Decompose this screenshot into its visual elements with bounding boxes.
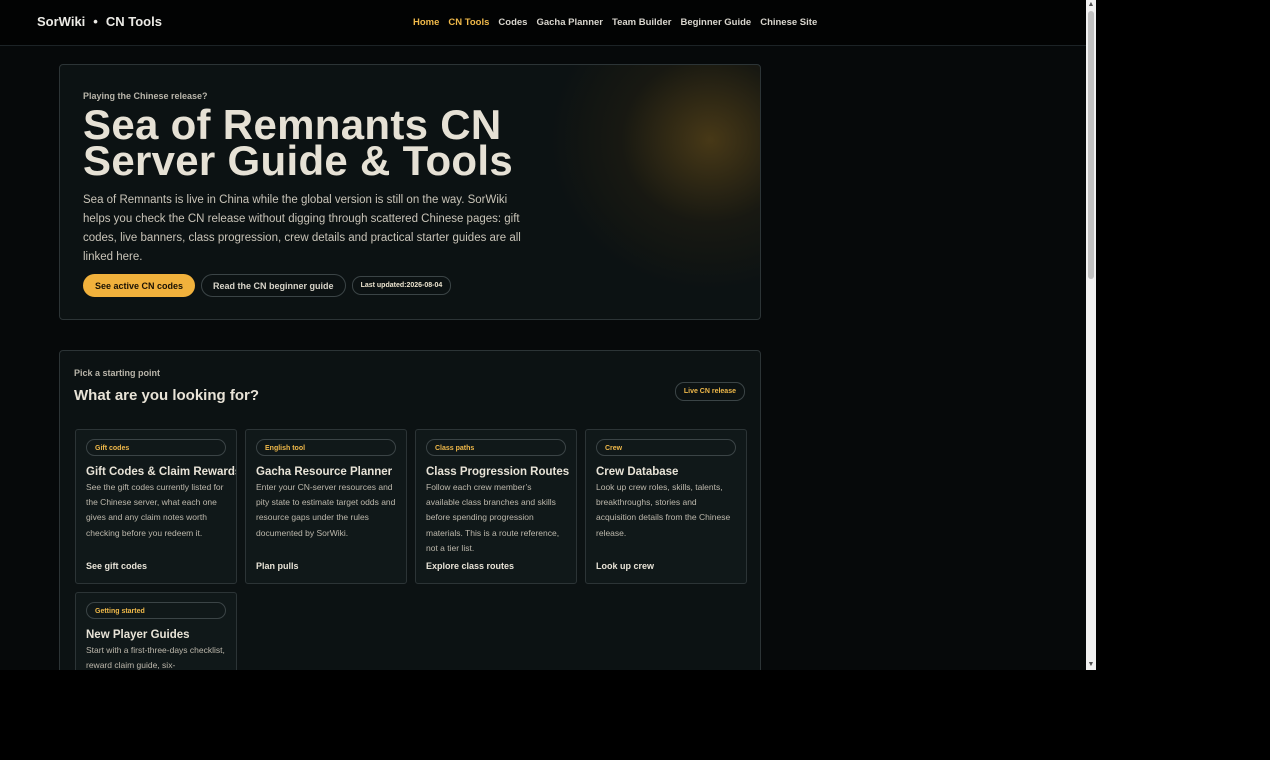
card-description: Start with a first-three-days checklist,…: [86, 645, 225, 670]
card-gacha-planner[interactable]: English tool Gacha Resource Planner Ente…: [245, 429, 407, 584]
nav-link-home[interactable]: Home: [413, 17, 439, 28]
card-title: Gacha Resource Planner: [256, 466, 393, 478]
card-tag: Gift codes: [86, 439, 226, 456]
hero-section: Playing the Chinese release? Sea of Remn…: [59, 64, 761, 320]
nav-link-beginner-guide[interactable]: Beginner Guide: [680, 17, 751, 28]
nav-link-cn-tools[interactable]: CN Tools: [448, 17, 489, 28]
card-tag: Getting started: [86, 602, 226, 619]
hero-eyebrow: Playing the Chinese release?: [83, 91, 208, 101]
card-gift-codes[interactable]: Gift codes Gift Codes & Claim Rewards Se…: [75, 429, 237, 584]
page-viewport: SorWiki • CN Tools Home CN Tools Codes Gac…: [0, 0, 1086, 670]
nav-link-team-builder[interactable]: Team Builder: [612, 17, 671, 28]
blank-gutter: [1096, 0, 1270, 670]
card-new-player-guides[interactable]: Getting started New Player Guides Start …: [75, 592, 237, 670]
card-description: Look up crew roles, skills, talents, bre…: [596, 482, 731, 538]
site-brand[interactable]: SorWiki • CN Tools: [37, 14, 162, 29]
blank-lower-area: [0, 670, 1270, 760]
nav-link-chinese-site[interactable]: Chinese Site: [760, 17, 817, 28]
last-updated-label: Last updated:: [360, 282, 407, 289]
last-updated-badge: Last updated:2026-08-04: [351, 276, 452, 295]
card-class-routes[interactable]: Class paths Class Progression Routes Fol…: [415, 429, 577, 584]
card-description: See the gift codes currently listed for …: [86, 482, 224, 538]
hero-description: Sea of Remnants is live in China while t…: [83, 194, 521, 263]
card-crew-database[interactable]: Crew Crew Database Look up crew roles, s…: [585, 429, 747, 584]
panel-title: What are you looking for?: [74, 387, 260, 404]
main-nav: Home CN Tools Codes Gacha Planner Team B…: [413, 17, 817, 28]
see-gift-codes-link[interactable]: See gift codes: [86, 561, 147, 571]
vertical-scrollbar[interactable]: ▲ ▼: [1086, 0, 1096, 670]
brand-separator: •: [93, 14, 98, 29]
last-updated-date: 2026-08-04: [406, 282, 443, 289]
scroll-down-arrow-icon[interactable]: ▼: [1086, 660, 1096, 670]
card-title: Class Progression Routes: [426, 466, 570, 478]
see-active-codes-button[interactable]: See active CN codes: [83, 274, 196, 297]
panel-eyebrow: Pick a starting point: [74, 368, 161, 378]
live-release-badge: Live CN release: [674, 382, 745, 401]
card-tag: Class paths: [426, 439, 566, 456]
nav-link-gacha-planner[interactable]: Gacha Planner: [536, 17, 603, 28]
plan-pulls-link[interactable]: Plan pulls: [256, 561, 299, 571]
card-description: Enter your CN-server resources and pity …: [256, 482, 396, 538]
card-tag: English tool: [256, 439, 396, 456]
brand-section: CN Tools: [105, 14, 162, 29]
card-title: Gift Codes & Claim Rewards: [86, 466, 237, 478]
scrollbar-thumb[interactable]: [1088, 11, 1094, 279]
scroll-up-arrow-icon[interactable]: ▲: [1086, 0, 1096, 10]
card-tag: Crew: [596, 439, 736, 456]
top-navigation-bar: SorWiki • CN Tools Home CN Tools Codes Gac…: [0, 0, 1086, 46]
explore-class-routes-link[interactable]: Explore class routes: [426, 561, 514, 571]
starting-point-panel: Pick a starting point What are you looki…: [59, 350, 761, 670]
nav-link-codes[interactable]: Codes: [498, 17, 527, 28]
read-beginner-guide-button[interactable]: Read the CN beginner guide: [201, 274, 346, 297]
hero-title: Sea of Remnants CN Server Guide & Tools: [83, 101, 513, 184]
brand-name: SorWiki: [37, 14, 86, 29]
card-description: Follow each crew member’s available clas…: [426, 482, 560, 553]
card-title: New Player Guides: [86, 629, 190, 641]
card-title: Crew Database: [596, 466, 679, 478]
hero-actions: See active CN codes Read the CN beginner…: [83, 274, 452, 297]
look-up-crew-link[interactable]: Look up crew: [596, 561, 654, 571]
